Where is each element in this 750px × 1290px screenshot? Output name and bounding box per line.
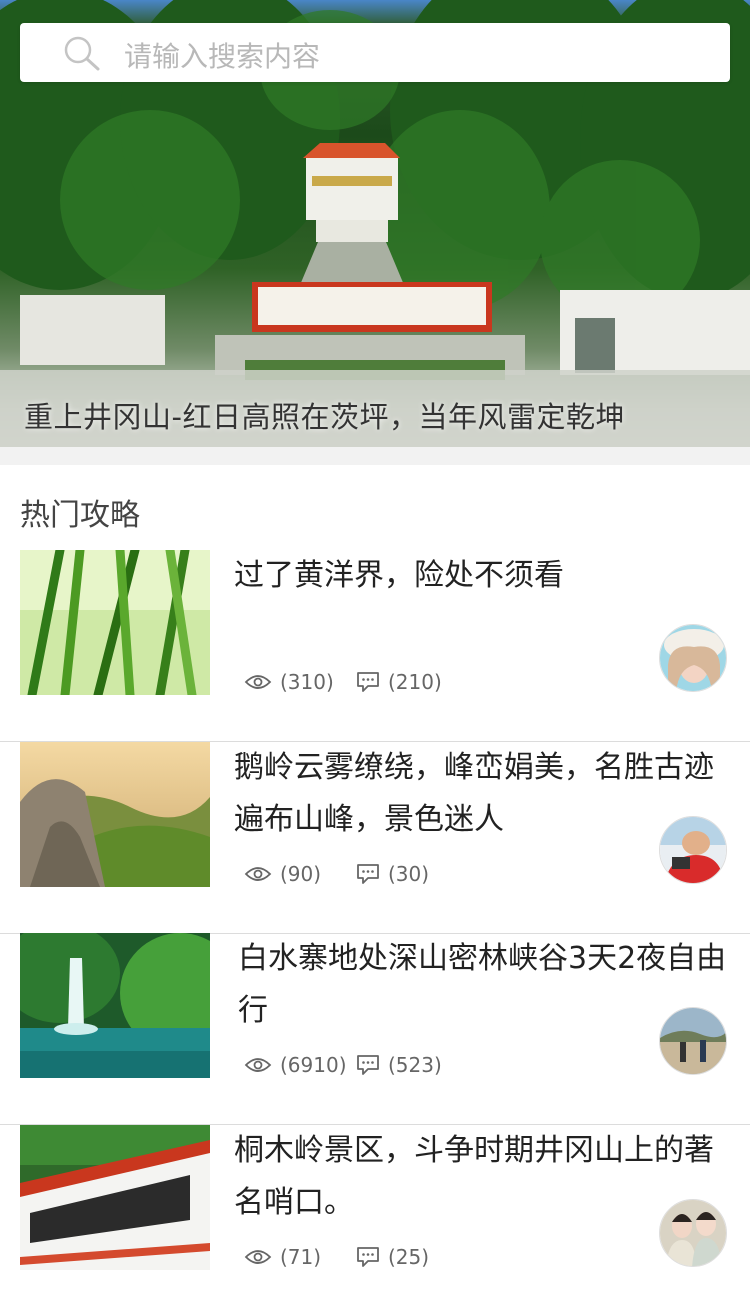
article-thumbnail <box>20 550 210 695</box>
article-title: 鹅岭云雾缭绕，峰峦娟美，名胜古迹遍布山峰，景色迷人 <box>234 750 714 837</box>
section-divider <box>0 447 750 465</box>
comment-icon <box>357 1055 379 1075</box>
comment-icon <box>357 1247 379 1267</box>
author-avatar[interactable] <box>659 624 727 692</box>
view-count: (310) <box>244 668 334 696</box>
hero-caption: 重上井冈山-红日高照在茨坪，当年风雷定乾坤 <box>24 400 625 434</box>
search-icon <box>62 35 102 71</box>
view-count-value: (71) <box>280 1245 322 1269</box>
view-count-value: (90) <box>280 862 322 886</box>
comment-count: (210) <box>356 668 442 696</box>
comment-count-value: (25) <box>388 1245 430 1269</box>
article-thumbnail <box>20 742 210 887</box>
eye-icon <box>244 675 272 689</box>
comment-count-value: (523) <box>388 1053 442 1077</box>
comment-count: (523) <box>356 1051 442 1079</box>
view-count: (90) <box>244 860 321 888</box>
view-count: (6910) <box>244 1051 347 1079</box>
comment-icon <box>357 864 379 884</box>
article-title: 白水寨地处深山密林峡谷3天2夜自由行 <box>238 941 727 1028</box>
comment-count: (25) <box>356 1243 429 1271</box>
article-thumbnail <box>20 933 210 1078</box>
view-count-value: (310) <box>280 670 334 694</box>
section-title: 热门攻略 <box>20 498 140 533</box>
eye-icon <box>244 1058 272 1072</box>
eye-icon <box>244 1250 272 1264</box>
article-title: 桐木岭景区，斗争时期井冈山上的著名哨口。 <box>234 1133 714 1220</box>
article-thumbnail <box>20 1125 210 1270</box>
search-placeholder: 请输入搜索内容 <box>124 40 321 73</box>
author-avatar[interactable] <box>659 816 727 884</box>
comment-count: (30) <box>356 860 429 888</box>
article-item[interactable]: 白水寨地处深山密林峡谷3天2夜自由行 (6910) (523) <box>0 933 750 1125</box>
view-count-value: (6910) <box>280 1053 347 1077</box>
author-avatar[interactable] <box>659 1007 727 1075</box>
view-count: (71) <box>244 1243 321 1271</box>
comment-count-value: (30) <box>388 862 430 886</box>
eye-icon <box>244 867 272 881</box>
search-input[interactable]: 请输入搜索内容 <box>20 23 730 82</box>
comment-count-value: (210) <box>388 670 442 694</box>
article-item[interactable]: 桐木岭景区，斗争时期井冈山上的著名哨口。 (71) (25) <box>0 1125 750 1290</box>
article-item[interactable]: 过了黄洋界，险处不须看 (310) (210) <box>0 550 750 742</box>
article-title: 过了黄洋界，险处不须看 <box>234 558 564 593</box>
author-avatar[interactable] <box>659 1199 727 1267</box>
article-item[interactable]: 鹅岭云雾缭绕，峰峦娟美，名胜古迹遍布山峰，景色迷人 (90) (30) <box>0 742 750 934</box>
comment-icon <box>357 672 379 692</box>
